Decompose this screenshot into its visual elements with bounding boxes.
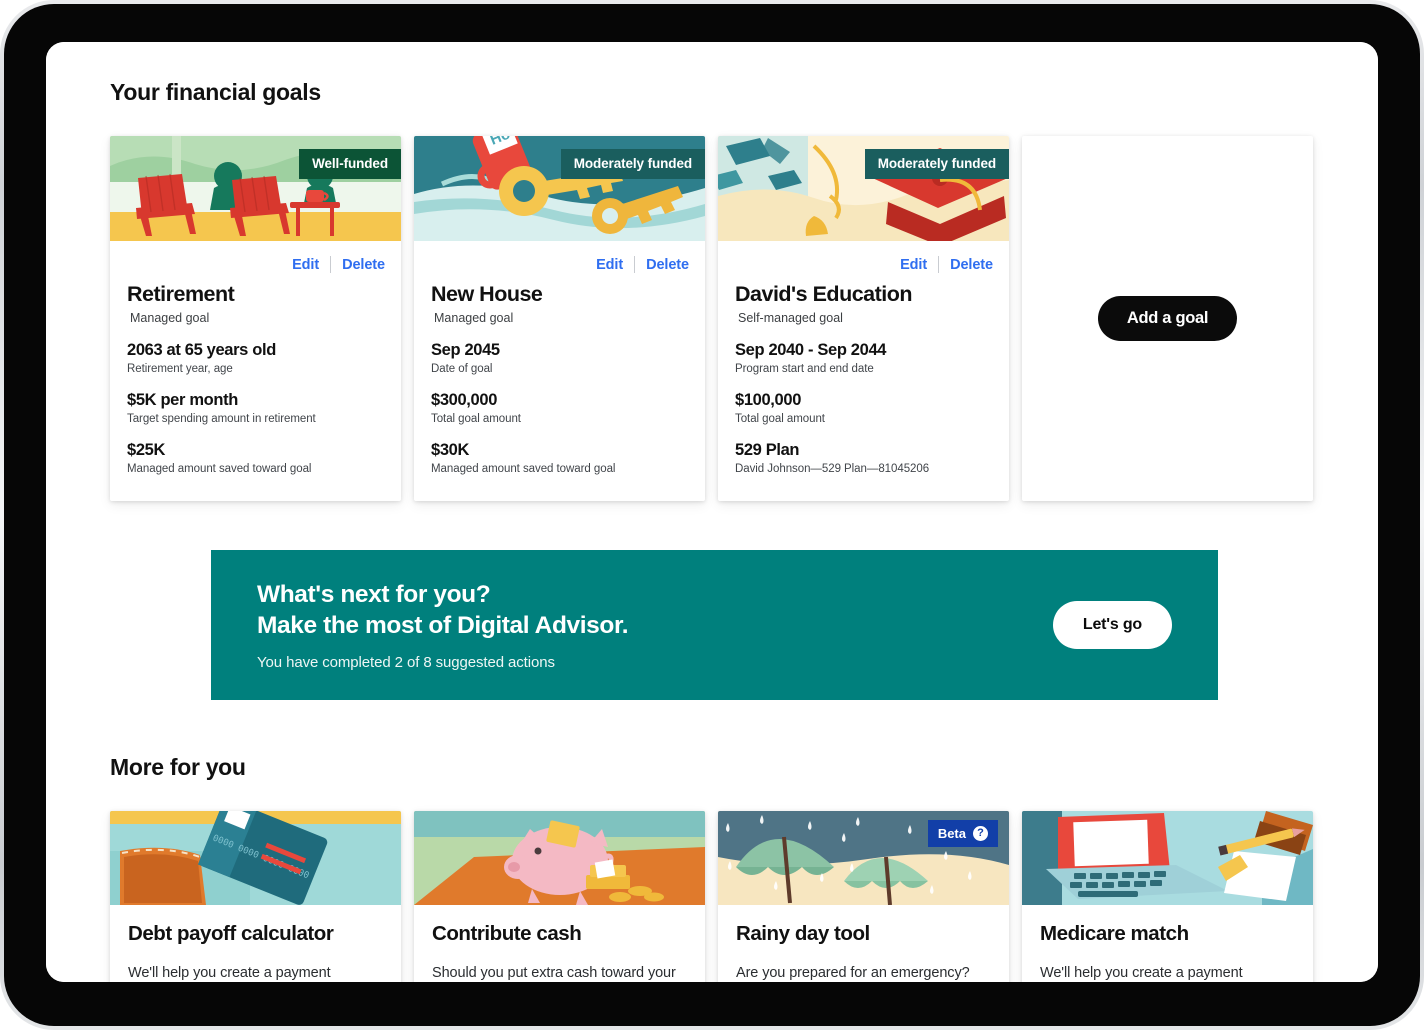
page-title: Your financial goals: [110, 79, 321, 105]
status-badge: Moderately funded: [560, 149, 705, 179]
more-card-description: Are you prepared for an emergency? We'll…: [736, 965, 970, 981]
more-for-you-grid: 0000 0000 0000 0000 Debt payoff calculat…: [110, 811, 1330, 982]
link-divider: [938, 256, 940, 273]
delete-link[interactable]: Delete: [646, 257, 689, 273]
goal-name: Retirement: [127, 282, 235, 306]
more-for-you-section: More for you 0000 0000 0000 0000 Debt pa…: [110, 754, 1330, 982]
stat-value: 2063 at 65 years old: [127, 340, 276, 359]
stat-value: $300,000: [431, 390, 498, 409]
more-card-body: Contribute cash Should you put extra cas…: [414, 905, 705, 982]
goal-card-new-house[interactable]: Ho Moderately funded Edit Delete New Hou…: [414, 136, 705, 501]
more-card-debt-payoff-calculator[interactable]: 0000 0000 0000 0000 Debt payoff calculat…: [110, 811, 401, 982]
status-badge: Moderately funded: [864, 149, 1009, 179]
goals-grid: Well-funded Edit Delete Retirement Manag…: [110, 136, 1330, 501]
goal-stat: 2063 at 65 years old Retirement year, ag…: [127, 341, 384, 375]
financial-goals-section: Your financial goals Well-funded Edit De…: [110, 79, 1330, 501]
more-card-title: Medicare match: [1040, 922, 1189, 945]
goal-stat: Sep 2040 - Sep 2044 Program start and en…: [735, 341, 992, 375]
goal-stat: $25K Managed amount saved toward goal: [127, 441, 384, 475]
goal-stat: $300,000 Total goal amount: [431, 391, 688, 425]
help-icon[interactable]: ?: [973, 826, 988, 841]
stat-label: Total goal amount: [735, 412, 825, 425]
wallet-credit-card-icon: 0000 0000 0000 0000: [110, 811, 401, 905]
card-actions: Edit Delete: [110, 241, 401, 277]
promo-headline-line1: What's next for you?: [257, 580, 491, 608]
digital-advisor-promo-banner: What's next for you? Make the most of Di…: [211, 550, 1218, 700]
more-card-title: Debt payoff calculator: [128, 922, 334, 945]
stat-value: $30K: [431, 440, 470, 459]
promo-headline-line2: Make the most of Digital Advisor.: [257, 612, 629, 639]
more-card-description: Should you put extra cash toward your sa…: [432, 965, 676, 981]
goal-subtitle: Managed goal: [434, 310, 514, 325]
goal-stat: $100,000 Total goal amount: [735, 391, 992, 425]
stat-label: Managed amount saved toward goal: [431, 462, 616, 475]
stat-label: Target spending amount in retirement: [127, 412, 316, 425]
page-content: Your financial goals Well-funded Edit De…: [46, 42, 1378, 982]
goal-stat: Sep 2045 Date of goal: [431, 341, 688, 375]
link-divider: [330, 256, 332, 273]
stat-value: $25K: [127, 440, 166, 459]
piggy-bank-coins-icon: [414, 811, 705, 905]
edit-link[interactable]: Edit: [292, 257, 319, 273]
goal-subtitle: Self-managed goal: [738, 310, 843, 325]
stat-label: Total goal amount: [431, 412, 521, 425]
more-for-you-title: More for you: [110, 754, 246, 780]
add-a-goal-button[interactable]: Add a goal: [1097, 296, 1238, 341]
goal-stat: $5K per month Target spending amount in …: [127, 391, 384, 425]
edit-link[interactable]: Edit: [596, 257, 623, 273]
card-actions: Edit Delete: [414, 241, 705, 277]
stat-label: Retirement year, age: [127, 362, 233, 375]
more-card-body: Medicare match We'll help you create a p…: [1022, 905, 1313, 982]
stat-label: Managed amount saved toward goal: [127, 462, 312, 475]
stat-value: $100,000: [735, 390, 802, 409]
umbrellas-rain-icon: Beta ?: [718, 811, 1009, 905]
more-card-medicare-match[interactable]: Medicare match We'll help you create a p…: [1022, 811, 1313, 982]
goal-stat: 529 Plan David Johnson—529 Plan—81045206: [735, 441, 992, 475]
more-card-description: We'll help you create a payment strategy…: [128, 965, 331, 981]
stat-label: Program start and end date: [735, 362, 874, 375]
stat-label: David Johnson—529 Plan—81045206: [735, 462, 930, 475]
stat-value: Sep 2045: [431, 340, 500, 359]
status-badge: Well-funded: [299, 149, 401, 179]
more-card-title: Contribute cash: [432, 922, 582, 945]
more-card-title: Rainy day tool: [736, 922, 870, 945]
stat-label: Date of goal: [431, 362, 493, 375]
link-divider: [634, 256, 636, 273]
add-goal-card: Add a goal: [1022, 136, 1313, 501]
stat-value: Sep 2040 - Sep 2044: [735, 340, 887, 359]
delete-link[interactable]: Delete: [950, 257, 993, 273]
more-card-contribute-cash[interactable]: Contribute cash Should you put extra cas…: [414, 811, 705, 982]
promo-text-block: What's next for you? Make the most of Di…: [257, 579, 1053, 672]
goal-name: New House: [431, 282, 543, 306]
lets-go-button[interactable]: Let's go: [1052, 601, 1172, 649]
beta-badge-label: Beta: [937, 826, 966, 841]
goal-body: David's Education Self-managed goal Sep …: [718, 277, 1009, 495]
goal-stat: $30K Managed amount saved toward goal: [431, 441, 688, 475]
goal-body: Retirement Managed goal 2063 at 65 years…: [110, 277, 401, 495]
delete-link[interactable]: Delete: [342, 257, 385, 273]
more-card-description: We'll help you create a payment strategy…: [1040, 965, 1243, 981]
goal-card-davids-education[interactable]: Moderately funded Edit Delete David's Ed…: [718, 136, 1009, 501]
device-screen: Your financial goals Well-funded Edit De…: [46, 42, 1378, 982]
edit-link[interactable]: Edit: [900, 257, 927, 273]
more-card-body: Debt payoff calculator We'll help you cr…: [110, 905, 401, 982]
promo-progress-text: You have completed 2 of 8 suggested acti…: [257, 654, 555, 672]
goal-name: David's Education: [735, 282, 913, 306]
goal-subtitle: Managed goal: [130, 310, 210, 325]
card-actions: Edit Delete: [718, 241, 1009, 277]
tablet-device-frame: Your financial goals Well-funded Edit De…: [0, 0, 1424, 1030]
goal-body: New House Managed goal Sep 2045 Date of …: [414, 277, 705, 495]
more-card-rainy-day-tool[interactable]: Beta ? Rainy day tool Are you prepared f…: [718, 811, 1009, 982]
more-card-body: Rainy day tool Are you prepared for an e…: [718, 905, 1009, 982]
stat-value: $5K per month: [127, 390, 238, 409]
stat-value: 529 Plan: [735, 440, 800, 459]
goal-card-retirement[interactable]: Well-funded Edit Delete Retirement Manag…: [110, 136, 401, 501]
beta-badge[interactable]: Beta ?: [927, 820, 998, 847]
laptop-desk-icon: [1022, 811, 1313, 905]
